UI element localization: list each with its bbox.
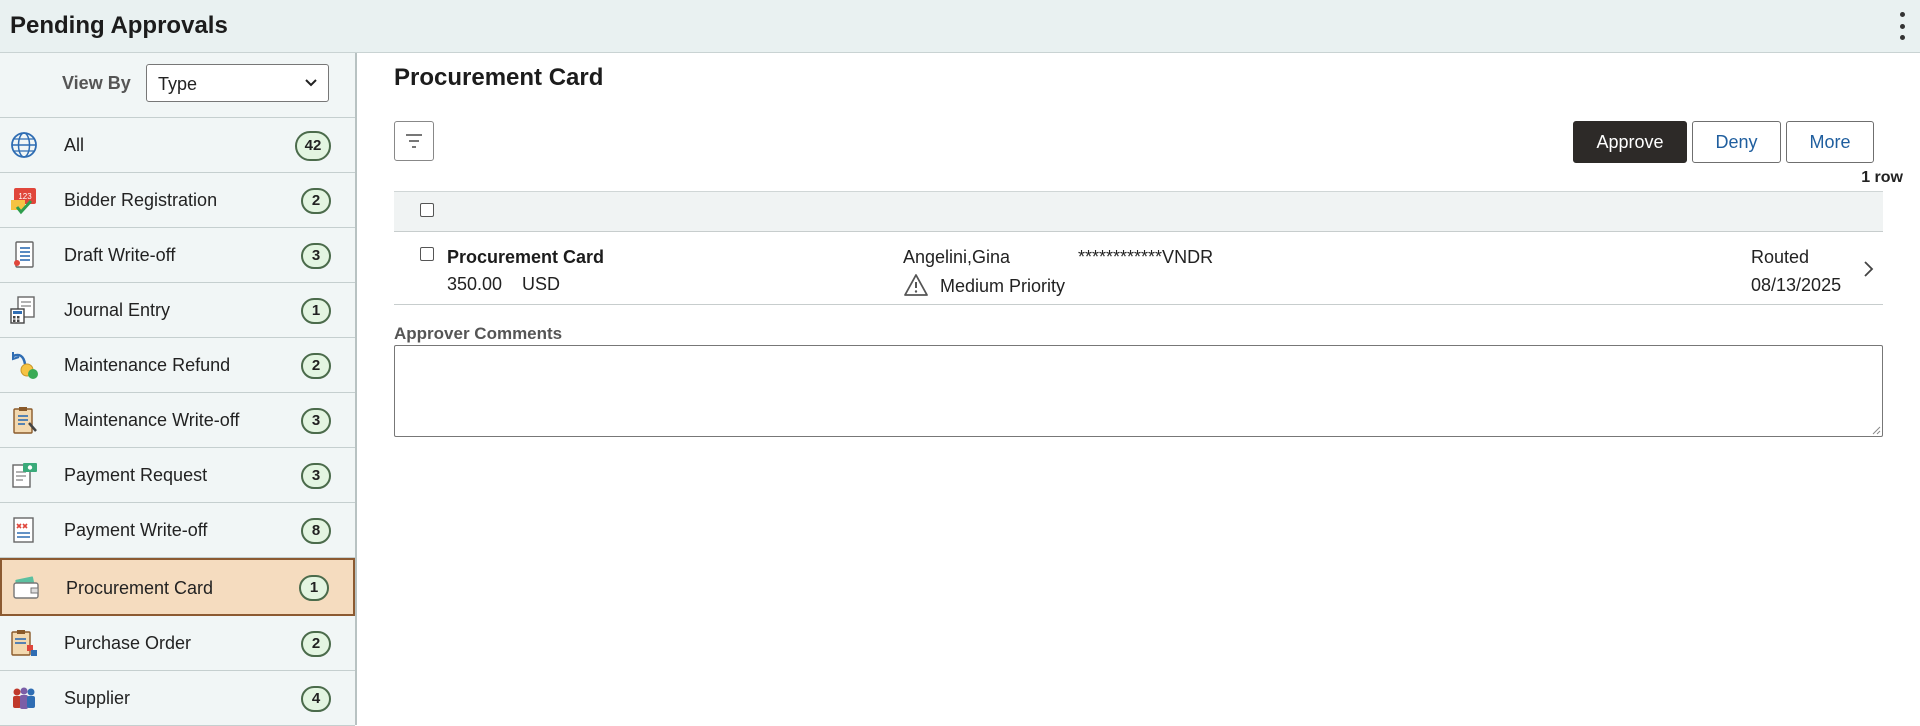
sidebar-item-bidder-registration[interactable]: 123 Bidder Registration 2 bbox=[0, 173, 355, 228]
sidebar-item-label: Maintenance Refund bbox=[64, 355, 231, 375]
sidebar-item-label: Procurement Card bbox=[66, 578, 214, 598]
sidebar-item-label: All bbox=[64, 135, 85, 155]
sidebar-item-procurement-card[interactable]: Procurement Card 1 bbox=[0, 558, 355, 616]
approver-comments-field[interactable] bbox=[394, 345, 1883, 437]
chevron-down-icon bbox=[305, 79, 317, 87]
row-requester: Angelini,Gina bbox=[903, 247, 1011, 267]
sidebar-item-payment-write-off[interactable]: Payment Write-off 8 bbox=[0, 503, 355, 558]
clipboard-shapes-icon bbox=[11, 630, 37, 656]
count-badge: 42 bbox=[295, 131, 331, 161]
count-badge: 8 bbox=[301, 518, 331, 544]
sidebar-item-journal-entry[interactable]: Journal Entry 1 bbox=[0, 283, 355, 338]
count-badge: 1 bbox=[301, 298, 331, 324]
row-vendor: ************VNDR bbox=[1078, 247, 1214, 267]
grid-header bbox=[394, 191, 1883, 232]
count-badge: 1 bbox=[299, 575, 329, 601]
sidebar-item-label: Supplier bbox=[64, 688, 131, 708]
wallet-card-icon bbox=[13, 576, 39, 599]
row-checkbox[interactable] bbox=[420, 247, 434, 261]
count-badge: 3 bbox=[301, 408, 331, 434]
sidebar-item-all[interactable]: All 42 bbox=[0, 118, 355, 173]
sidebar-item-maintenance-refund[interactable]: Maintenance Refund 2 bbox=[0, 338, 355, 393]
document-cross-icon bbox=[13, 517, 34, 543]
sidebar-item-label: Purchase Order bbox=[64, 633, 192, 653]
page-title: Procurement Card bbox=[394, 64, 604, 91]
row-count: 1 row bbox=[1861, 169, 1903, 186]
select-all-checkbox[interactable] bbox=[420, 203, 434, 217]
filter-icon bbox=[406, 134, 422, 148]
row-currency: USD bbox=[522, 274, 561, 294]
filter-button[interactable] bbox=[394, 121, 434, 161]
sidebar: View By Type All 42 123 Bidder Registrat… bbox=[0, 53, 357, 726]
people-group-icon bbox=[13, 687, 35, 709]
row-status: Routed bbox=[1751, 247, 1810, 267]
document-list-icon bbox=[14, 241, 34, 268]
app-header: Pending Approvals bbox=[0, 0, 1920, 53]
approver-comments-label: Approver Comments bbox=[394, 324, 563, 343]
payment-document-icon bbox=[12, 463, 37, 488]
refund-arrow-icon bbox=[12, 352, 38, 379]
sidebar-item-purchase-order[interactable]: Purchase Order 2 bbox=[0, 616, 355, 671]
count-badge: 2 bbox=[301, 353, 331, 379]
count-badge: 2 bbox=[301, 188, 331, 214]
app-title: Pending Approvals bbox=[10, 12, 228, 39]
count-badge: 4 bbox=[301, 686, 331, 712]
count-badge: 3 bbox=[301, 243, 331, 269]
row-priority: Medium Priority bbox=[940, 276, 1066, 296]
warning-icon bbox=[904, 274, 928, 296]
calculator-document-icon bbox=[10, 296, 35, 324]
sidebar-item-label: Journal Entry bbox=[64, 300, 171, 320]
table-row[interactable]: Procurement Card 350.00 USD Angelini,Gin… bbox=[394, 232, 1883, 305]
view-by-select[interactable]: Type bbox=[146, 64, 329, 102]
row-amount: 350.00 bbox=[447, 274, 503, 294]
sidebar-item-draft-write-off[interactable]: Draft Write-off 3 bbox=[0, 228, 355, 283]
more-button[interactable]: More bbox=[1786, 121, 1874, 163]
count-badge: 3 bbox=[301, 463, 331, 489]
chevron-right-icon[interactable] bbox=[1862, 260, 1874, 278]
sidebar-item-label: Payment Request bbox=[64, 465, 208, 485]
row-date: 08/13/2025 bbox=[1751, 275, 1842, 295]
calendar-check-icon: 123 bbox=[11, 188, 36, 215]
view-by-selected-value: Type bbox=[158, 74, 198, 94]
sidebar-item-label: Maintenance Write-off bbox=[64, 410, 240, 430]
sidebar-item-label: Bidder Registration bbox=[64, 190, 218, 210]
sidebar-item-label: Draft Write-off bbox=[64, 245, 176, 265]
sidebar-item-supplier[interactable]: Supplier 4 bbox=[0, 671, 355, 726]
sidebar-item-payment-request[interactable]: Payment Request 3 bbox=[0, 448, 355, 503]
main-content: Procurement Card Approve Deny More 1 row… bbox=[357, 53, 1920, 725]
clipboard-wrench-icon bbox=[13, 407, 37, 434]
deny-button[interactable]: Deny bbox=[1692, 121, 1781, 163]
row-title: Procurement Card bbox=[447, 247, 605, 267]
approve-button[interactable]: Approve bbox=[1573, 121, 1687, 163]
view-by-bar: View By Type bbox=[0, 53, 355, 118]
svg-text:123: 123 bbox=[18, 192, 32, 201]
kebab-menu-icon[interactable] bbox=[1896, 12, 1908, 40]
count-badge: 2 bbox=[301, 631, 331, 657]
view-by-label: View By bbox=[62, 73, 131, 93]
globe-icon bbox=[11, 132, 37, 158]
sidebar-item-label: Payment Write-off bbox=[64, 520, 208, 540]
sidebar-item-maintenance-write-off[interactable]: Maintenance Write-off 3 bbox=[0, 393, 355, 448]
